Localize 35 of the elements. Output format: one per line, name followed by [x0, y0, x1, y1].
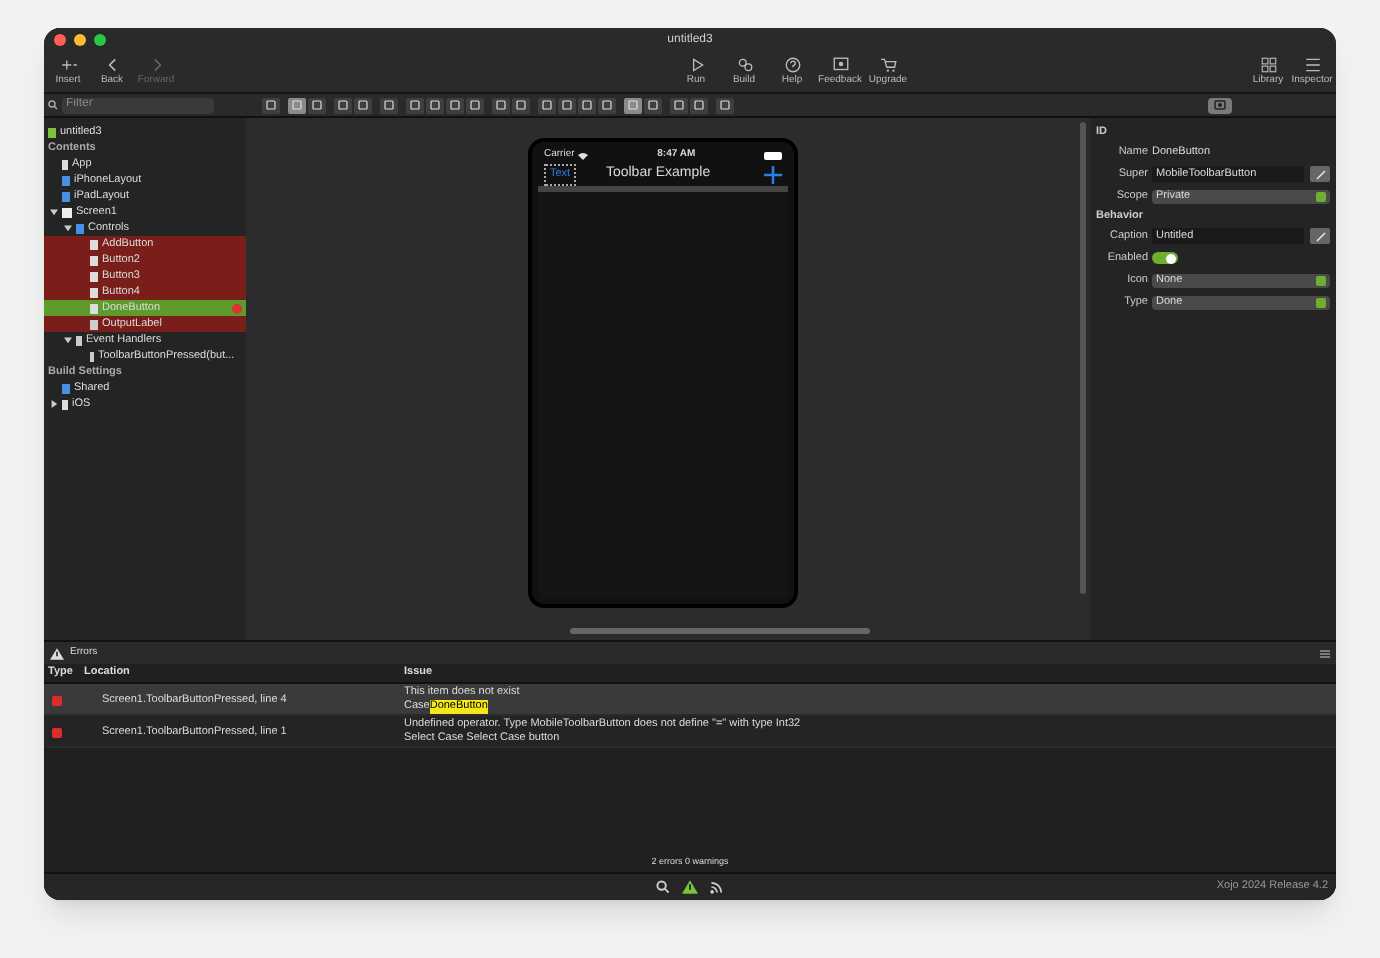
edit-button[interactable]: [1310, 166, 1330, 182]
list-icon: [1303, 55, 1321, 74]
search-icon[interactable]: [656, 880, 670, 894]
error-icon: [52, 695, 62, 705]
disclosure-triangle[interactable]: [64, 224, 72, 232]
grid-icon: [1259, 55, 1277, 74]
edit-button[interactable]: [1310, 228, 1330, 244]
disclosure-triangle[interactable]: [64, 336, 72, 344]
minimize-button[interactable]: [74, 34, 86, 46]
pencil-icon: [1315, 169, 1325, 179]
back-icon: [103, 55, 121, 74]
warning-icon[interactable]: [682, 880, 698, 894]
error-icon: [52, 727, 62, 737]
disclosure-triangle[interactable]: [50, 208, 58, 216]
warning-icon: [50, 647, 64, 659]
zoom-button[interactable]: [94, 34, 106, 46]
feed-icon[interactable]: [710, 880, 724, 894]
disclosure-triangle[interactable]: [50, 400, 58, 408]
close-button[interactable]: [54, 34, 66, 46]
inspector-tab[interactable]: [1208, 97, 1232, 113]
wifi-icon: [578, 152, 589, 160]
battery-icon: [764, 152, 782, 160]
toggle-switch[interactable]: [1152, 252, 1178, 264]
cart-icon: [879, 55, 897, 74]
vertical-scrollbar[interactable]: [1080, 122, 1086, 594]
add-icon[interactable]: [764, 166, 782, 184]
pencil-icon: [1315, 231, 1325, 241]
search-icon: [48, 100, 58, 110]
play-icon: [687, 55, 705, 74]
plus-icon: [59, 55, 77, 74]
feedback-icon: [831, 55, 849, 74]
gears-icon: [735, 55, 753, 74]
horizontal-scrollbar[interactable]: [570, 628, 870, 634]
menu-icon[interactable]: [1320, 649, 1330, 657]
help-icon: [783, 55, 801, 74]
